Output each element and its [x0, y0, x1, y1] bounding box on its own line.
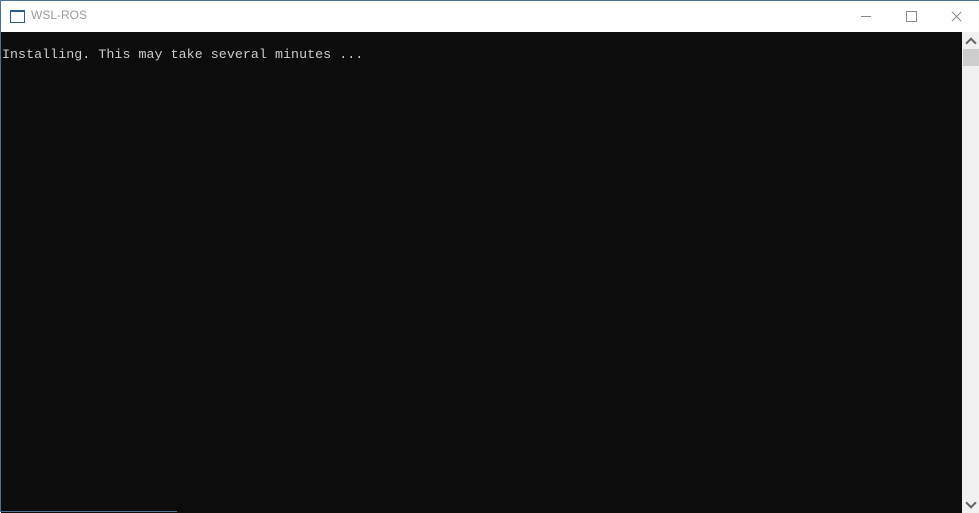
console-line: Installing. This may take several minute… [2, 47, 364, 62]
console-output[interactable]: Installing. This may take several minute… [1, 32, 962, 513]
console-window: WSL-ROS Installing. This may take severa… [0, 0, 979, 513]
minimize-icon [861, 15, 871, 17]
close-button[interactable] [933, 1, 979, 31]
scroll-down-button[interactable] [962, 496, 979, 513]
vertical-scrollbar[interactable] [962, 32, 979, 513]
chevron-down-icon [965, 496, 977, 509]
console-window-icon [10, 10, 25, 23]
scroll-up-button[interactable] [962, 32, 979, 49]
scroll-thumb[interactable] [963, 49, 979, 66]
maximize-icon [905, 10, 917, 22]
maximize-button[interactable] [888, 1, 934, 31]
close-icon [950, 10, 962, 22]
minimize-button[interactable] [843, 1, 889, 31]
window-title: WSL-ROS [31, 8, 88, 22]
title-bar[interactable]: WSL-ROS [1, 1, 979, 31]
chevron-up-icon [965, 36, 977, 49]
